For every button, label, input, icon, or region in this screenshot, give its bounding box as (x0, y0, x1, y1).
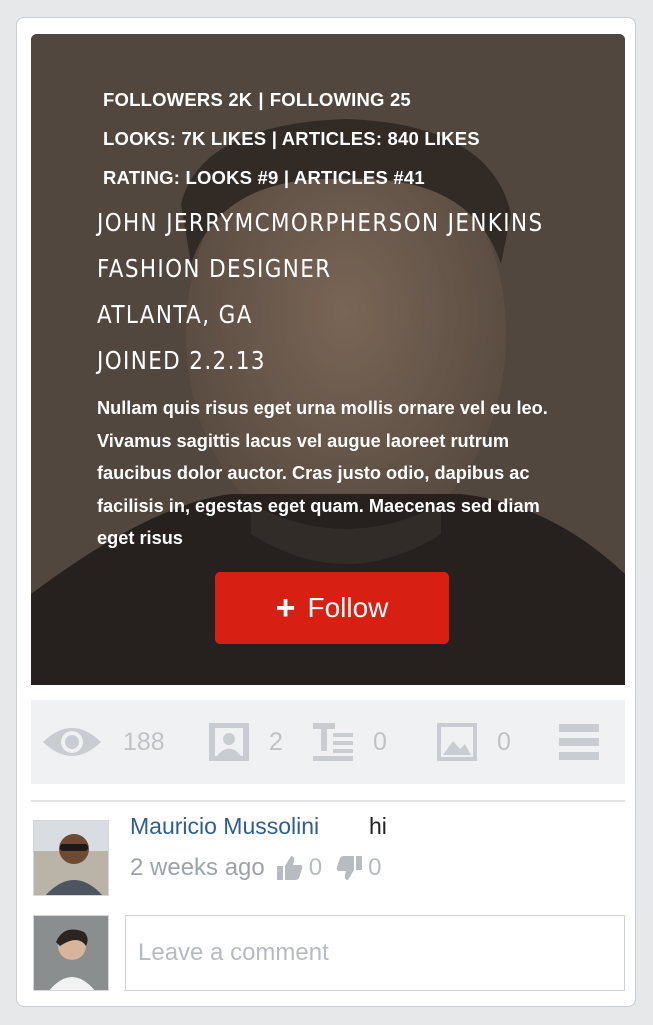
following-count[interactable]: FOLLOWING 25 (270, 89, 411, 110)
followers-count[interactable]: FOLLOWERS 2K (103, 89, 252, 110)
comment-author-link[interactable]: Mauricio Mussolini (130, 813, 319, 840)
menu-icon (559, 724, 599, 760)
stats-likes-line: LOOKS: 7K LIKES | ARTICLES: 840 LIKES (103, 128, 480, 149)
looks-stat[interactable]: 2 (209, 700, 283, 784)
article-icon (313, 723, 353, 761)
profile-card: FOLLOWERS 2K | FOLLOWING 25 LOOKS: 7K LIKE… (16, 17, 636, 1007)
stats-follow-line: FOLLOWERS 2K | FOLLOWING 25 (103, 80, 480, 119)
commenter-avatar[interactable] (33, 820, 109, 896)
plus-icon: + (275, 589, 296, 627)
comment-input[interactable] (125, 915, 625, 991)
profile-location: ATLANTA, GA (97, 300, 253, 329)
thumbs-down-icon[interactable] (336, 856, 363, 880)
profile-toolbar: 188 2 0 0 (31, 700, 625, 784)
photos-stat[interactable]: 0 (437, 700, 511, 784)
current-user-avatar[interactable] (33, 915, 109, 991)
profile-joined: JOINED 2.2.13 (97, 346, 266, 375)
section-divider (31, 800, 625, 802)
image-icon (437, 723, 477, 761)
profile-occupation: FASHION DESIGNER (97, 254, 332, 283)
looks-count: 2 (269, 727, 283, 756)
profile-bio: Nullam quis risus eget urna mollis ornar… (97, 398, 548, 548)
articles-count: 0 (373, 727, 387, 756)
views-stat[interactable]: 188 (41, 700, 165, 784)
views-count: 188 (123, 727, 165, 756)
portrait-icon (209, 723, 249, 761)
follow-button[interactable]: + Follow (215, 572, 449, 644)
photos-count: 0 (497, 727, 511, 756)
eye-icon (43, 728, 101, 756)
stats-rating-line: RATING: LOOKS #9 | ARTICLES #41 (103, 167, 425, 188)
comment-meta: 2 weeks ago 0 0 (130, 854, 395, 882)
profile-hero: FOLLOWERS 2K | FOLLOWING 25 LOOKS: 7K LIKE… (31, 34, 625, 685)
thumbs-up-icon[interactable] (276, 856, 303, 880)
articles-stat[interactable]: 0 (313, 700, 387, 784)
dislike-count: 0 (368, 854, 382, 881)
menu-button[interactable] (559, 700, 599, 784)
comment-timestamp: 2 weeks ago (130, 854, 265, 881)
profile-name: JOHN JERRYMCMORPHERSON JENKINS (97, 208, 544, 237)
like-count: 0 (308, 854, 323, 881)
comment-text: hi (369, 813, 387, 839)
follow-label: Follow (307, 592, 389, 623)
profile-identity: JOHN JERRYMCMORPHERSON JENKINS FASHION D… (97, 200, 543, 384)
profile-stats: FOLLOWERS 2K | FOLLOWING 25 LOOKS: 7K LIKE… (103, 80, 480, 197)
stats-separator: | (258, 89, 264, 110)
